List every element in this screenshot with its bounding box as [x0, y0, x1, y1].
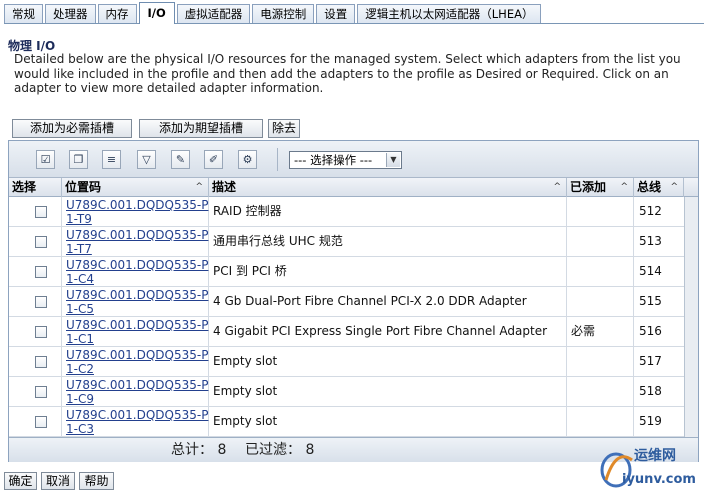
- column-header-location[interactable]: 位置码 ^: [62, 178, 209, 197]
- tab-virtual-adapters[interactable]: 虚拟适配器: [176, 4, 251, 23]
- section-description: Detailed below are the physical I/O reso…: [14, 52, 681, 95]
- edit-sort-icon[interactable]: ✎: [171, 150, 190, 169]
- tab-power-controlling[interactable]: 电源控制: [252, 4, 315, 23]
- table-toolbar: ☑ ❐ ≡ ▽ ✎ ✐ ⚙ --- 选择操作 --- ▼: [9, 141, 698, 178]
- toolbar-separator: [277, 148, 278, 171]
- bus-number: 512: [639, 204, 662, 218]
- location-code-link[interactable]: U789C.001.DQDQ535-P1-T9: [66, 198, 209, 226]
- tab-io[interactable]: I/O: [138, 2, 175, 24]
- bus-number: 516: [639, 324, 662, 338]
- tab-general[interactable]: 常规: [4, 4, 43, 23]
- table-row[interactable]: U789C.001.DQDQ535-P1-C9 Empty slot 518: [9, 377, 684, 407]
- adapter-description: Empty slot: [213, 414, 278, 428]
- svg-text:运维网: 运维网: [634, 447, 676, 464]
- select-all-icon[interactable]: ☑: [36, 150, 55, 169]
- row-checkbox[interactable]: [35, 416, 47, 428]
- adapter-description: Empty slot: [213, 384, 278, 398]
- table-row[interactable]: U789C.001.DQDQ535-P1-T7 通用串行总线 UHC 规范 513: [9, 227, 684, 257]
- sort-ascending-icon[interactable]: ^: [670, 178, 678, 196]
- column-header-select[interactable]: 选择: [9, 178, 62, 197]
- column-header-location-label: 位置码: [65, 180, 102, 194]
- tab-memory[interactable]: 内存: [97, 4, 137, 23]
- row-checkbox[interactable]: [35, 236, 47, 248]
- sort-ascending-icon[interactable]: ^: [195, 178, 203, 196]
- table-row[interactable]: U789C.001.DQDQ535-P1-C1 4 Gigabit PCI Exp…: [9, 317, 684, 347]
- location-code-link[interactable]: U789C.001.DQDQ535-P1-T7: [66, 228, 209, 256]
- added-status: 必需: [571, 324, 596, 338]
- table-header: 选择 位置码 ^ 描述 ^ 已添加 ^ 总线 ^: [9, 178, 698, 197]
- added-cell: [567, 227, 634, 257]
- column-header-added-label: 已添加: [570, 180, 607, 194]
- sort-ascending-icon[interactable]: ^: [553, 178, 561, 196]
- tab-lhea[interactable]: 逻辑主机以太网适配器（LHEA）: [357, 4, 542, 23]
- added-cell: [567, 197, 634, 227]
- table-row[interactable]: U789C.001.DQDQ535-P1-C4 PCI 到 PCI 桥 514: [9, 257, 684, 287]
- bus-number: 519: [639, 414, 662, 428]
- table-row[interactable]: U789C.001.DQDQ535-P1-T9 RAID 控制器 512: [9, 197, 684, 227]
- added-cell: [567, 407, 634, 437]
- column-header-select-label: 选择: [12, 180, 37, 194]
- column-config-icon[interactable]: ⚙: [238, 150, 257, 169]
- row-checkbox[interactable]: [35, 206, 47, 218]
- cancel-button[interactable]: 取消: [41, 472, 75, 490]
- show-filter-icon[interactable]: ▽: [137, 150, 156, 169]
- location-code-link[interactable]: U789C.001.DQDQ535-P1-C5: [66, 288, 209, 316]
- location-code-link[interactable]: U789C.001.DQDQ535-P1-C4: [66, 258, 209, 286]
- table-row[interactable]: U789C.001.DQDQ535-P1-C5 4 Gb Dual-Port Fi…: [9, 287, 684, 317]
- tab-processors[interactable]: 处理器: [45, 4, 96, 23]
- row-checkbox[interactable]: [35, 266, 47, 278]
- added-cell: [567, 257, 634, 287]
- adapter-table: ☑ ❐ ≡ ▽ ✎ ✐ ⚙ --- 选择操作 --- ▼ 选择 位置码 ^ 描述 ^…: [8, 140, 699, 462]
- adapter-description: RAID 控制器: [213, 204, 282, 218]
- table-row[interactable]: U789C.001.DQDQ535-P1-C2 Empty slot 517: [9, 347, 684, 377]
- location-code-link[interactable]: U789C.001.DQDQ535-P1-C1: [66, 318, 209, 346]
- column-header-description[interactable]: 描述 ^: [209, 178, 567, 197]
- added-cell: [567, 377, 634, 407]
- chevron-down-icon: ▼: [386, 153, 400, 167]
- bus-number: 513: [639, 234, 662, 248]
- bus-number: 514: [639, 264, 662, 278]
- sort-ascending-icon[interactable]: ^: [620, 178, 628, 196]
- help-button[interactable]: 帮助: [79, 472, 114, 490]
- added-cell: [567, 347, 634, 377]
- row-checkbox[interactable]: [35, 296, 47, 308]
- clear-sort-icon[interactable]: ✐: [204, 150, 223, 169]
- bus-number: 515: [639, 294, 662, 308]
- row-checkbox[interactable]: [35, 356, 47, 368]
- adapter-description: Empty slot: [213, 354, 278, 368]
- bus-number: 518: [639, 384, 662, 398]
- adapter-description: PCI 到 PCI 桥: [213, 264, 287, 278]
- vertical-scrollbar[interactable]: [684, 197, 698, 437]
- select-action-label: --- 选择操作 ---: [294, 153, 373, 167]
- table-row[interactable]: U789C.001.DQDQ535-P1-C3 Empty slot 519: [9, 407, 684, 437]
- select-action-dropdown[interactable]: --- 选择操作 --- ▼: [289, 151, 402, 169]
- total-count: 总计： 8: [171, 442, 227, 458]
- adapter-description: 通用串行总线 UHC 规范: [213, 234, 343, 248]
- row-checkbox[interactable]: [35, 386, 47, 398]
- location-code-link[interactable]: U789C.001.DQDQ535-P1-C3: [66, 408, 209, 436]
- filter-icon[interactable]: ≡: [102, 150, 121, 169]
- column-header-description-label: 描述: [212, 180, 237, 194]
- filtered-count: 已过滤： 8: [245, 442, 315, 458]
- tab-settings[interactable]: 设置: [316, 4, 356, 23]
- tab-bar: 常规 处理器 内存 I/O 虚拟适配器 电源控制 设置 逻辑主机以太网适配器（L…: [4, 2, 704, 24]
- location-code-link[interactable]: U789C.001.DQDQ535-P1-C9: [66, 378, 209, 406]
- location-code-link[interactable]: U789C.001.DQDQ535-P1-C2: [66, 348, 209, 376]
- add-as-required-button[interactable]: 添加为必需插槽: [12, 119, 132, 138]
- add-as-desired-button[interactable]: 添加为期望插槽: [139, 119, 263, 138]
- remove-button[interactable]: 除去: [268, 119, 300, 138]
- bus-number: 517: [639, 354, 662, 368]
- column-header-bus[interactable]: 总线 ^: [634, 178, 684, 197]
- row-checkbox[interactable]: [35, 326, 47, 338]
- adapter-description: 4 Gb Dual-Port Fibre Channel PCI-X 2.0 D…: [213, 294, 527, 308]
- ok-button[interactable]: 确定: [4, 472, 37, 490]
- column-header-bus-label: 总线: [637, 180, 662, 194]
- added-cell: [567, 287, 634, 317]
- column-header-added[interactable]: 已添加 ^: [567, 178, 634, 197]
- svg-text:iyunv.com: iyunv.com: [622, 472, 696, 487]
- adapter-description: 4 Gigabit PCI Express Single Port Fibre …: [213, 324, 548, 338]
- deselect-all-icon[interactable]: ❐: [69, 150, 88, 169]
- watermark-logo: 运维网 iyunv.com: [598, 440, 702, 490]
- table-footer: 总计： 8 已过滤： 8: [9, 437, 698, 462]
